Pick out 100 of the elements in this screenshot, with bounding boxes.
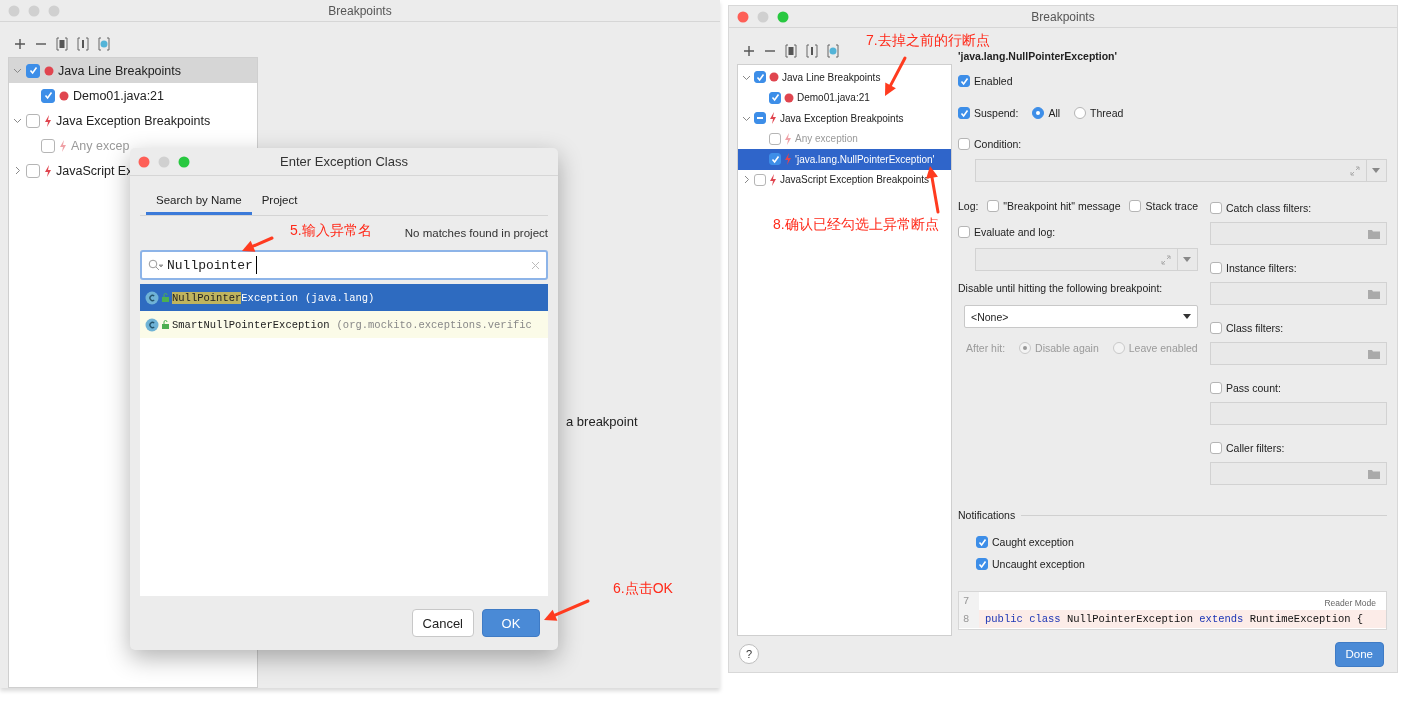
annotation-text: 8.确认已经勾选上异常断点	[773, 216, 939, 232]
checkbox[interactable]	[987, 200, 1000, 212]
tab[interactable]: Search by Name	[146, 188, 252, 215]
tree-row[interactable]: Java Line Breakpoints	[9, 58, 257, 83]
add-icon[interactable]	[743, 45, 755, 57]
chevron-right-icon[interactable]	[13, 166, 22, 175]
checkbox-label: Suspend:	[974, 107, 1019, 119]
evaluate-field[interactable]	[975, 248, 1198, 271]
search-field[interactable]: Nullpointer	[140, 250, 548, 280]
tree-label: Demo01.java:21	[73, 88, 165, 103]
checkbox-label: Uncaught exception	[992, 558, 1085, 570]
ok-button[interactable]: OK	[482, 609, 540, 637]
filter-field[interactable]	[1210, 222, 1387, 245]
folder-icon[interactable]	[1368, 228, 1380, 239]
checkbox[interactable]	[958, 75, 970, 87]
check-icon	[770, 93, 780, 103]
checkbox-label: Catch class filters:	[1226, 202, 1312, 214]
tree-row[interactable]: Java Exception Breakpoints	[9, 108, 257, 133]
checkbox[interactable]	[976, 536, 988, 548]
line-number: 8	[959, 610, 979, 628]
checkbox[interactable]	[1129, 200, 1142, 212]
check-icon	[28, 66, 38, 75]
expand-icon[interactable]	[1350, 165, 1360, 176]
caret-icon[interactable]	[1372, 167, 1380, 174]
checkbox[interactable]	[41, 88, 55, 103]
checkbox[interactable]	[1210, 322, 1222, 334]
tree-label: Java Exception Breakpoints	[56, 113, 211, 128]
folder-icon[interactable]	[1368, 288, 1380, 299]
chevron-down-icon[interactable]	[13, 66, 22, 75]
checkbox[interactable]	[754, 173, 766, 186]
tree-row[interactable]: Demo01.java:21	[9, 83, 257, 108]
tree-label: Java Exception Breakpoints	[780, 112, 904, 124]
tree-row[interactable]: Java Exception Breakpoints	[738, 108, 951, 129]
tree-label: Java Line Breakpoints	[58, 63, 181, 78]
checkbox[interactable]	[958, 107, 970, 119]
checkbox[interactable]	[1210, 382, 1222, 394]
section-label: Notifications	[958, 509, 1016, 521]
checkbox-label: Enabled	[974, 75, 1013, 87]
check-icon	[959, 108, 969, 118]
checkbox-label: Condition:	[974, 138, 1022, 150]
checkbox[interactable]	[26, 63, 40, 78]
line-number: 7	[959, 592, 979, 610]
check-icon	[959, 76, 969, 86]
window-controls[interactable]	[8, 5, 60, 17]
help-button[interactable]: ?	[739, 644, 759, 664]
bracket-icon[interactable]	[77, 36, 89, 51]
breakpoint-dropdown[interactable]: <None>	[964, 305, 1198, 328]
expand-icon[interactable]	[1161, 254, 1171, 265]
class-name: SmartNullPointerException	[172, 318, 330, 331]
radio-button[interactable]	[1032, 107, 1045, 119]
result-row[interactable]: SmartNullPointerException (org.mockito.exceptions.verific	[140, 311, 548, 338]
window-controls[interactable]	[138, 156, 190, 168]
radio-label: Leave enabled	[1128, 342, 1198, 354]
folder-icon[interactable]	[1368, 348, 1380, 359]
caret-icon[interactable]	[1183, 256, 1191, 263]
check-icon	[977, 537, 987, 547]
window-controls[interactable]	[737, 11, 789, 23]
filter-field[interactable]	[1210, 342, 1387, 365]
bracket-icon[interactable]	[785, 44, 797, 58]
field-label: After hit:	[966, 342, 1006, 354]
bracket-icon[interactable]	[56, 36, 68, 51]
checkbox[interactable]	[26, 163, 40, 178]
checkbox[interactable]	[26, 113, 40, 128]
tree-row[interactable]: Demo01.java:21	[738, 87, 951, 108]
add-icon[interactable]	[14, 37, 26, 50]
cancel-button[interactable]: Cancel	[411, 609, 474, 637]
hint-text: a breakpoint	[566, 414, 638, 429]
done-button[interactable]: Done	[1334, 641, 1384, 667]
tree-row[interactable]: 'java.lang.NullPointerException'	[738, 149, 951, 170]
tree-row[interactable]: Java Line Breakpoints	[738, 67, 951, 88]
checkbox[interactable]	[769, 153, 781, 166]
bracket-icon[interactable]	[806, 44, 818, 58]
radio-button[interactable]	[1074, 107, 1087, 119]
check-icon	[770, 154, 780, 164]
class-bracket-icon[interactable]	[827, 44, 839, 58]
checkbox[interactable]	[958, 138, 970, 150]
chevron-down-icon[interactable]	[13, 116, 22, 125]
class-name: NullPointerException	[172, 291, 299, 304]
checkbox[interactable]	[976, 558, 988, 570]
checkbox[interactable]	[1210, 262, 1222, 274]
filter-field[interactable]	[1210, 462, 1387, 485]
check-icon	[977, 559, 987, 569]
checkbox[interactable]	[958, 226, 970, 238]
checkbox[interactable]	[1210, 202, 1222, 214]
checkbox[interactable]	[1210, 442, 1222, 454]
clear-icon[interactable]	[531, 260, 540, 270]
class-bracket-icon[interactable]	[98, 36, 110, 51]
code-line: public class NullPointerException extends RuntimeException {	[984, 613, 1364, 625]
chevron-right-icon[interactable]	[742, 175, 751, 185]
condition-field[interactable]	[975, 159, 1387, 182]
filter-field[interactable]	[1210, 282, 1387, 305]
search-icon	[148, 259, 164, 271]
checkbox[interactable]	[769, 91, 781, 104]
folder-icon[interactable]	[1368, 468, 1380, 479]
result-row[interactable]: NullPointerException (java.lang)	[140, 284, 548, 311]
tab[interactable]: Project	[251, 188, 308, 215]
checkbox[interactable]	[754, 71, 766, 84]
filter-field[interactable]	[1210, 402, 1387, 425]
breakpoint-heading: 'java.lang.NullPointerException'	[958, 50, 1119, 64]
tree-row[interactable]: JavaScript Exception Breakpoints	[738, 169, 951, 190]
